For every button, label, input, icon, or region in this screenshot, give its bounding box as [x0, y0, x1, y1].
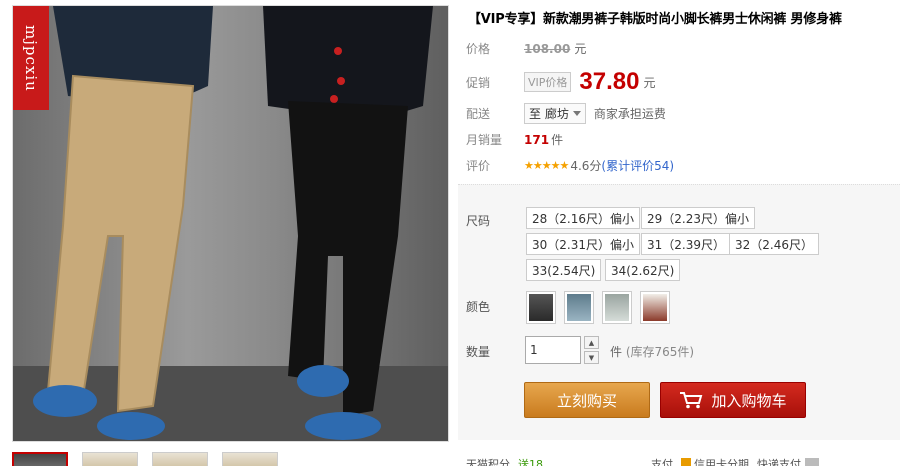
size-option-28[interactable]: 28（2.16尺）偏小: [526, 207, 640, 229]
size-option-30[interactable]: 30（2.31尺）偏小: [526, 233, 640, 255]
destination-value: 至 廊坊: [529, 107, 569, 121]
size-option-33[interactable]: 33(2.54尺): [526, 259, 602, 281]
price-unit: 元: [574, 42, 587, 56]
size-option-31[interactable]: 31（2.39尺）: [641, 233, 731, 255]
thumbnail-3[interactable]: [152, 452, 208, 466]
product-page: mjpcxiu 【VIP专享】新款潮男裤子韩版时尚小脚长裤男士休闲裤 男修身裤 …: [0, 0, 900, 466]
service-info-bar: 天猫积分 送18 支付 信用卡分期 快递支付: [466, 456, 900, 466]
chevron-down-icon: [572, 111, 581, 116]
promo-row: 促销 VIP价格 37.80 元: [466, 68, 655, 96]
quantity-input[interactable]: 1: [525, 336, 581, 364]
color-option-2[interactable]: [564, 291, 594, 324]
size-option-34[interactable]: 34(2.62尺): [605, 259, 681, 281]
cart-icon: [680, 392, 703, 409]
buy-now-button[interactable]: 立刻购买: [524, 382, 650, 418]
quantity-unit: 件: [610, 345, 623, 359]
promo-price: 37.80: [579, 68, 640, 95]
sales-count: 171: [524, 132, 550, 147]
vip-price-tag: VIP价格: [524, 72, 572, 92]
size-label: 尺码: [466, 214, 491, 228]
quantity-label: 数量: [466, 345, 491, 359]
quantity-decrease-button[interactable]: ▼: [584, 351, 599, 364]
rating-stars-icon: ★★★★★: [524, 159, 569, 172]
promo-unit: 元: [643, 75, 656, 90]
sales-label: 月销量: [466, 133, 503, 147]
quantity-increase-button[interactable]: ▲: [584, 336, 599, 349]
pay-label: 支付: [651, 458, 673, 466]
original-price: 108.00: [524, 41, 571, 56]
stock-count: (库存765件): [625, 345, 695, 359]
destination-select[interactable]: 至 廊坊: [524, 103, 586, 124]
review-count-link[interactable]: (累计评价54): [601, 157, 674, 174]
shipping-note: 商家承担运费: [593, 107, 666, 121]
size-option-32[interactable]: 32（2.46尺）: [729, 233, 819, 255]
product-title: 【VIP专享】新款潮男裤子韩版时尚小脚长裤男士休闲裤 男修身裤: [468, 12, 842, 27]
add-to-cart-label: 加入购物车: [711, 391, 787, 410]
color-swatch-4: [643, 294, 667, 321]
promo-label: 促销: [466, 75, 491, 90]
color-swatch-1: [529, 294, 553, 321]
pants-illustration: [13, 6, 448, 441]
credit-card-icon: [681, 458, 691, 466]
thumbnail-2[interactable]: [82, 452, 138, 466]
color-option-4[interactable]: [640, 291, 670, 324]
color-swatch-2: [567, 294, 591, 321]
points-label: 天猫积分: [466, 458, 510, 466]
color-label: 颜色: [466, 300, 491, 314]
color-swatch-3: [605, 294, 629, 321]
rating-score: 4.6分: [570, 159, 602, 173]
thumbnail-4[interactable]: [222, 452, 278, 466]
shipping-row: 配送 至 廊坊 商家承担运费: [466, 103, 666, 124]
thumbnail-1[interactable]: [12, 452, 68, 466]
price-label: 价格: [466, 42, 491, 56]
review-row: 评价 ★★★★★ 4.6分 (累计评价54): [466, 157, 674, 174]
brand-tag: mjpcxiu: [13, 6, 49, 110]
sales-row: 月销量 171 件: [466, 131, 563, 148]
shipping-label: 配送: [466, 107, 491, 121]
sales-unit: 件: [551, 133, 564, 147]
thumbnail-strip: [12, 452, 278, 466]
stock-info: 件 (库存765件): [610, 343, 694, 360]
express-pay: 快递支付: [757, 456, 819, 466]
credit-installment: 信用卡分期: [681, 456, 749, 466]
price-row: 价格 108.00 元: [466, 40, 586, 57]
product-main-image[interactable]: mjpcxiu: [12, 5, 449, 442]
color-option-1[interactable]: [526, 291, 556, 324]
add-to-cart-button[interactable]: 加入购物车: [660, 382, 806, 418]
express-icon: [804, 458, 819, 466]
size-option-29[interactable]: 29（2.23尺）偏小: [641, 207, 755, 229]
color-option-3[interactable]: [602, 291, 632, 324]
points-value: 送18: [518, 458, 543, 466]
review-label: 评价: [466, 159, 491, 173]
